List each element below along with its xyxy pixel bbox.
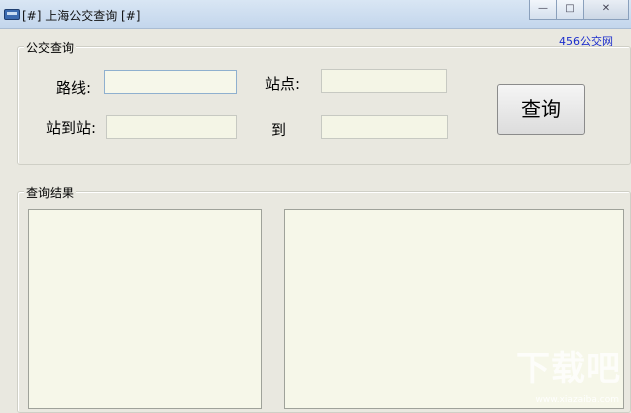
route-label: 路线: [56,79,92,97]
results-group-legend: 查询结果 [24,184,77,201]
close-button[interactable]: ✕ [583,0,629,20]
route-input[interactable] [104,70,237,94]
station-label: 站点: [265,75,301,93]
station-input[interactable] [321,69,447,93]
routes-result-list[interactable] [28,209,262,409]
watermark-logo: 下载吧 [516,349,621,389]
station-to-station-label: 站到站: [46,119,97,137]
maximize-button[interactable]: □ [556,0,584,20]
query-button[interactable]: 查询 [497,84,585,135]
title-bar: [#] 上海公交查询 [#] — □ ✕ [0,0,631,29]
bus-app-icon [4,9,20,20]
query-group-legend: 公交查询 [24,39,77,56]
to-label: 到 [271,121,287,139]
from-station-input[interactable] [106,115,237,139]
watermark-url: www.xiazaiba.com [535,395,619,405]
to-station-input[interactable] [321,115,448,139]
minimize-button[interactable]: — [529,0,557,20]
window-controls: — □ ✕ [529,0,629,20]
window-title: [#] 上海公交查询 [#] [22,9,141,23]
